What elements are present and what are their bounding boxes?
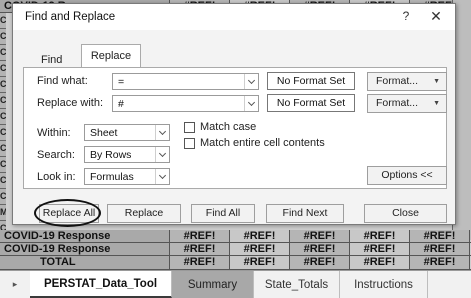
sheet-tab-bar: ▸ PERSTAT_Data_Tool Summary State_Totals…: [0, 270, 471, 298]
find-what-label: Find what:: [37, 75, 88, 87]
tab-scroll-arrow-icon[interactable]: ▸: [0, 271, 30, 298]
sheet-row: COVID-19 Response #REF! #REF! #REF! #REF…: [0, 243, 471, 256]
look-in-value: Formulas: [90, 171, 134, 183]
search-select[interactable]: By Rows: [84, 146, 170, 163]
ref-cell[interactable]: #REF!: [350, 230, 410, 242]
row-fragment[interactable]: C: [0, 93, 6, 109]
format-button-label: Format...: [376, 97, 419, 109]
within-select[interactable]: Sheet: [84, 124, 170, 141]
ref-cell[interactable]: #REF!: [230, 243, 290, 255]
sheet-row-total: TOTAL #REF! #REF! #REF! #REF! #REF!: [0, 256, 471, 270]
excel-window: COVID-19 Response #REF! #REF! #REF! #REF…: [0, 0, 471, 298]
find-format-button[interactable]: Format... ▼: [367, 72, 447, 91]
sheet-tab-summary[interactable]: Summary: [172, 271, 254, 298]
row-fragment[interactable]: C: [0, 13, 6, 29]
ref-cell[interactable]: #REF!: [290, 243, 350, 255]
dropdown-arrow-icon: ▼: [433, 100, 440, 107]
match-case-checkbox[interactable]: [184, 122, 195, 133]
row-fragment[interactable]: C: [0, 29, 6, 45]
ref-cell[interactable]: #REF!: [170, 230, 230, 242]
dropdown-arrow-icon: ▼: [433, 78, 440, 85]
replace-with-label: Replace with:: [37, 97, 104, 109]
row-fragment[interactable]: C: [0, 125, 6, 141]
find-replace-dialog: Find and Replace ? ✕ Find Replace Find w…: [12, 3, 456, 227]
tab-replace[interactable]: Replace: [81, 44, 141, 68]
row-label[interactable]: COVID-19 Response: [0, 230, 170, 242]
ref-cell[interactable]: #REF!: [230, 230, 290, 242]
look-in-label: Look in:: [37, 171, 76, 183]
find-next-button[interactable]: Find Next: [266, 204, 344, 223]
match-case-label: Match case: [200, 121, 257, 133]
chevron-down-icon[interactable]: [244, 74, 258, 89]
row-fragment[interactable]: C: [0, 141, 6, 157]
find-what-input[interactable]: =: [112, 73, 259, 90]
ref-cell[interactable]: #REF!: [350, 256, 410, 269]
ref-cell[interactable]: #REF!: [410, 230, 470, 242]
search-value: By Rows: [90, 149, 132, 161]
row-label[interactable]: COVID-19 Response: [0, 243, 170, 255]
annotation-circle: [34, 199, 101, 227]
ref-cell[interactable]: #REF!: [230, 256, 290, 269]
replace-format-button[interactable]: Format... ▼: [367, 94, 447, 113]
options-button[interactable]: Options <<: [367, 166, 447, 185]
row-label-total[interactable]: TOTAL: [0, 256, 170, 269]
find-what-value: =: [118, 76, 125, 88]
dialog-title: Find and Replace: [25, 11, 116, 23]
search-label: Search:: [37, 149, 75, 161]
replace-button[interactable]: Replace: [107, 204, 181, 223]
help-button[interactable]: ?: [399, 9, 413, 25]
replace-format-preview: No Format Set: [267, 94, 355, 112]
row-fragment[interactable]: C: [0, 109, 6, 125]
ref-cell[interactable]: #REF!: [170, 256, 230, 269]
format-button-label: Format...: [376, 75, 419, 87]
within-label: Within:: [37, 127, 71, 139]
chevron-down-icon[interactable]: [155, 169, 169, 184]
chevron-down-icon[interactable]: [155, 147, 169, 162]
sheet-tab-instructions[interactable]: Instructions: [340, 271, 428, 298]
match-entire-checkbox[interactable]: [184, 138, 195, 149]
ref-cell[interactable]: #REF!: [170, 243, 230, 255]
row-fragment[interactable]: C: [0, 61, 6, 77]
row-fragment[interactable]: M: [0, 205, 6, 221]
row-fragment[interactable]: C: [0, 157, 6, 173]
ref-cell[interactable]: #REF!: [410, 243, 470, 255]
within-value: Sheet: [90, 127, 118, 139]
sheet-tab-state-totals[interactable]: State_Totals: [254, 271, 340, 298]
ref-cell[interactable]: #REF!: [290, 230, 350, 242]
ref-cell[interactable]: #REF!: [410, 256, 470, 269]
close-icon[interactable]: ✕: [427, 8, 445, 26]
look-in-select[interactable]: Formulas: [84, 168, 170, 185]
row-fragment[interactable]: C: [0, 189, 6, 205]
dialog-titlebar[interactable]: Find and Replace ? ✕: [13, 4, 455, 30]
replace-with-value: #: [118, 98, 124, 110]
close-button[interactable]: Close: [364, 204, 447, 223]
ref-cell[interactable]: #REF!: [290, 256, 350, 269]
sheet-tab-perstat-data-tool[interactable]: PERSTAT_Data_Tool: [30, 271, 172, 298]
sheet-row: COVID-19 Response #REF! #REF! #REF! #REF…: [0, 230, 471, 243]
match-entire-label: Match entire cell contents: [200, 137, 325, 149]
chevron-down-icon[interactable]: [155, 125, 169, 140]
row-fragment[interactable]: C: [0, 173, 6, 189]
chevron-down-icon[interactable]: [244, 96, 258, 111]
find-all-button[interactable]: Find All: [191, 204, 255, 223]
replace-with-input[interactable]: #: [112, 95, 259, 112]
row-fragment[interactable]: C: [0, 45, 6, 61]
tab-find[interactable]: Find: [41, 54, 62, 66]
row-fragment[interactable]: C: [0, 77, 6, 93]
find-format-preview: No Format Set: [267, 72, 355, 90]
ref-cell[interactable]: #REF!: [350, 243, 410, 255]
